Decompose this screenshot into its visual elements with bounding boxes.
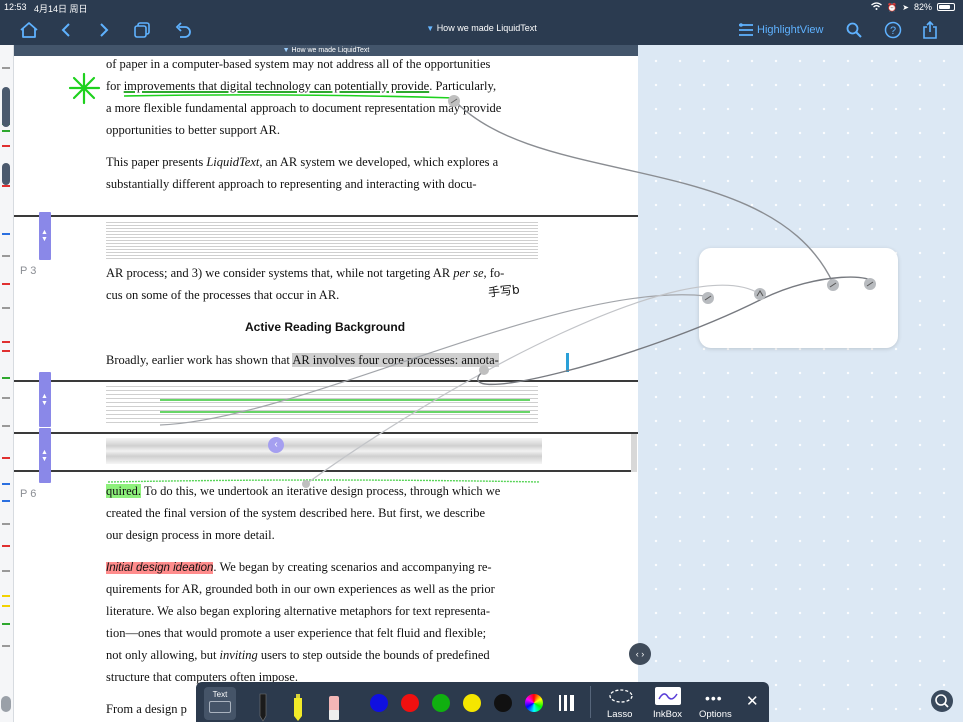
color-swatch-black[interactable] <box>494 694 512 712</box>
color-picker-icon[interactable] <box>525 694 543 712</box>
options-button[interactable]: Options <box>699 709 732 720</box>
card-link-pin[interactable] <box>864 278 876 290</box>
zoom-icon <box>935 694 949 708</box>
link-anchor-pin[interactable] <box>448 95 460 107</box>
green-ink-stroke[interactable] <box>107 479 541 483</box>
zoom-button[interactable] <box>931 690 953 712</box>
link-line <box>305 284 761 485</box>
text-tool-icon <box>209 701 231 713</box>
color-swatch-red[interactable] <box>401 694 419 712</box>
color-swatch-yellow[interactable] <box>463 694 481 712</box>
lasso-button[interactable]: Lasso <box>607 709 632 720</box>
liquidtext-app: 12:53 4月14日 周日 ⏰ ➤ 82% ▼ How we made Liq… <box>0 0 963 722</box>
color-swatch-green[interactable] <box>432 694 450 712</box>
green-ink-stroke[interactable] <box>123 94 456 99</box>
toolbar-separator <box>590 686 591 718</box>
text-tool-label: Text <box>212 690 228 699</box>
card-link-pin[interactable] <box>827 279 839 291</box>
inkbox-button[interactable]: InkBox <box>653 709 682 720</box>
close-icon[interactable]: ✕ <box>746 692 759 710</box>
highlighter-tool-icon[interactable] <box>291 692 305 722</box>
card-link-pin[interactable] <box>702 292 714 304</box>
link-line <box>477 276 872 386</box>
link-line <box>159 294 707 426</box>
annotation-overlay <box>68 72 876 488</box>
lasso-icon[interactable] <box>608 688 634 711</box>
inkbox-icon[interactable] <box>655 687 681 705</box>
pen-tool-icon[interactable] <box>256 692 270 722</box>
stroke-width-icon[interactable] <box>558 695 574 711</box>
asterisk-ink-icon[interactable] <box>68 72 101 105</box>
ink-toolbar: Text Lasso InkBox ••• Options ✕ <box>196 682 769 722</box>
eraser-tool-icon[interactable] <box>326 694 342 722</box>
link-line <box>454 100 834 284</box>
card-link-pin[interactable] <box>754 288 766 300</box>
link-anchor-pin[interactable] <box>302 480 310 488</box>
color-swatch-blue[interactable] <box>370 694 388 712</box>
link-anchor-pin[interactable] <box>479 365 489 375</box>
text-tool-button[interactable]: Text <box>204 687 236 720</box>
options-icon[interactable]: ••• <box>705 690 723 706</box>
page-scroll-indicator[interactable] <box>1 696 11 712</box>
